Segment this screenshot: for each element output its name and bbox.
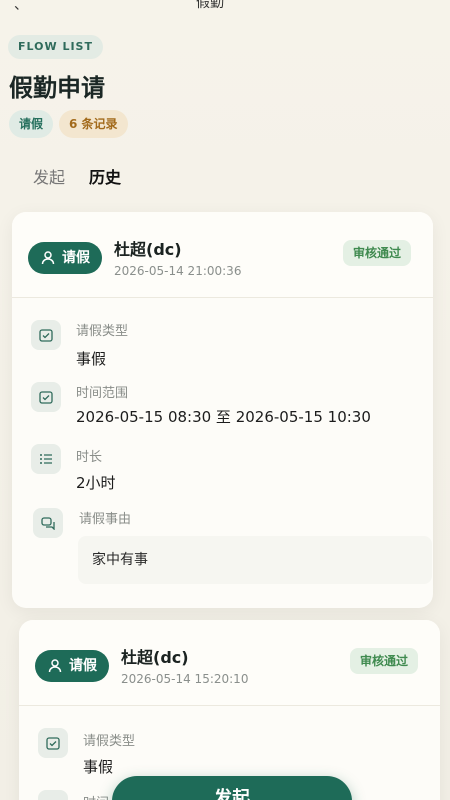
leave-type-pill: 请假	[35, 650, 109, 682]
list-icon	[31, 444, 61, 474]
field-label-leave-type: 请假类型	[76, 324, 129, 339]
tab-history[interactable]: 历史	[89, 164, 121, 188]
field-label-reason: 请假事由	[79, 512, 132, 527]
tab-start[interactable]: 发起	[33, 164, 65, 188]
field-label-time-range: 时间范围	[76, 386, 129, 401]
field-label-duration: 时长	[76, 450, 103, 465]
leave-type-pill-label: 请假	[69, 658, 97, 674]
type-chip: 请假	[9, 110, 54, 138]
record-card[interactable]: 请假 杜超(dc) 2026-05-14 21:00:36 审核通过 请假类型 …	[12, 212, 433, 608]
user-icon	[48, 659, 62, 673]
top-bar: 、 假勤	[0, 0, 450, 14]
flow-list-badge: FLOW LIST	[8, 35, 103, 59]
field-value-leave-type: 事假	[76, 350, 107, 368]
field-label-leave-type: 请假类型	[83, 734, 136, 749]
applicant-name: 杜超(dc)	[114, 240, 182, 259]
user-icon	[41, 251, 55, 265]
applicant-name: 杜超(dc)	[121, 648, 189, 667]
status-badge: 审核通过	[349, 648, 418, 674]
calendar-check-icon	[31, 382, 61, 412]
field-value-leave-type: 事假	[83, 758, 114, 776]
back-button[interactable]: 、	[14, 0, 28, 14]
leave-type-pill-label: 请假	[62, 250, 90, 266]
start-request-button[interactable]: 发起	[112, 776, 352, 800]
field-label-time-range: 时间	[83, 792, 109, 800]
record-card[interactable]: 请假 杜超(dc) 2026-05-14 15:20:10 审核通过 请假类型 …	[19, 620, 440, 800]
field-value-reason: 家中有事	[78, 536, 432, 584]
page-title: 假勤申请	[9, 74, 105, 102]
record-card-header: 请假 杜超(dc) 2026-05-14 21:00:36 审核通过	[12, 212, 433, 298]
status-badge: 审核通过	[342, 240, 411, 266]
calendar-check-icon	[38, 728, 68, 758]
record-card-header: 请假 杜超(dc) 2026-05-14 15:20:10 审核通过	[19, 620, 440, 706]
calendar-check-icon	[31, 320, 61, 350]
leave-type-pill: 请假	[28, 242, 102, 274]
field-value-duration: 2小时	[76, 474, 116, 492]
record-count-chip: 6 条记录	[59, 110, 128, 138]
submitted-time: 2026-05-14 15:20:10	[121, 672, 249, 686]
calendar-check-icon	[38, 790, 68, 800]
field-value-time-range: 2026-05-15 08:30 至 2026-05-15 10:30	[76, 408, 371, 426]
nav-title: 假勤	[196, 0, 224, 11]
chat-icon	[33, 508, 63, 538]
submitted-time: 2026-05-14 21:00:36	[114, 264, 242, 278]
